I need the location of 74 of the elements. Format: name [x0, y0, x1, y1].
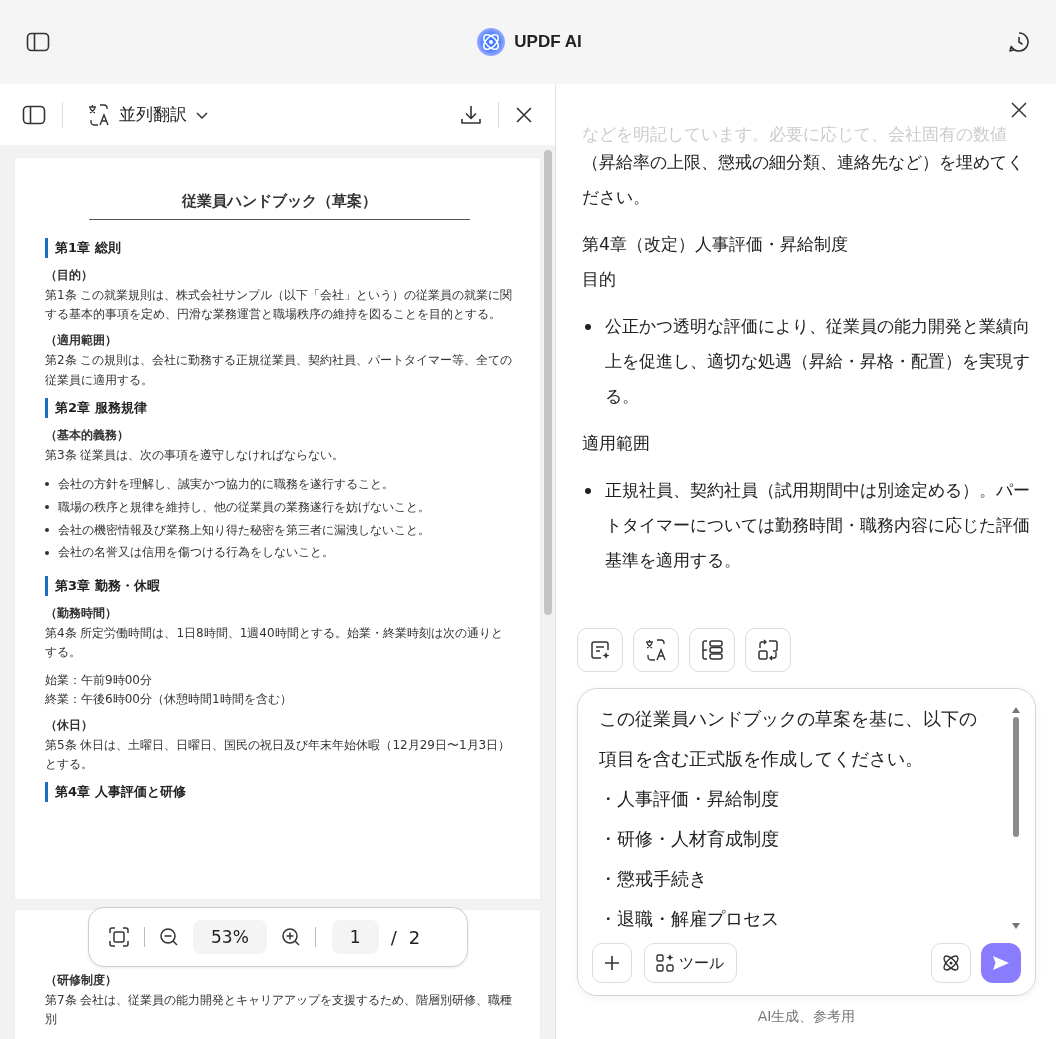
add-button[interactable] [592, 943, 632, 983]
paragraph: 第3条 従業員は、次の事項を遵守しなければならない。 [45, 446, 346, 464]
tools-button[interactable]: ツール [644, 943, 737, 983]
list-button[interactable] [689, 628, 735, 672]
document-title: 従業員ハンドブック（草案） [89, 192, 470, 220]
chapter-heading: 第2章 服務規律 [45, 397, 514, 418]
scrollbar-thumb[interactable] [1013, 717, 1019, 837]
text-line: 始業：午前9時00分 [45, 671, 153, 689]
list-item: 職場の秩序と規律を維持し、他の従業員の業務遂行を妨げないこと。 [58, 498, 430, 516]
download-icon[interactable] [460, 103, 482, 126]
message-list-item: 公正かつ透明な評価により、従業員の能力開発と業績向上を促進し、適切な処遇（昇給・昇格・配置）を実現する。 [605, 315, 1030, 408]
message-input[interactable]: この従業員ハンドブックの草案を基に、以下の項目を含む正式版を作成してください。 ・人事評価・昇給制度 ・研修・人材育成制度 ・懲戒手続き ・退職・解雇プロセス ツール [577, 688, 1036, 996]
section-heading: （休日） [45, 716, 94, 734]
scroll-down-icon[interactable] [1012, 923, 1020, 929]
zoom-level[interactable]: 53% [193, 920, 267, 954]
section-heading: （適用範囲） [45, 332, 118, 350]
bullet-dot [585, 488, 591, 494]
disclaimer-text: AI生成、参考用 [756, 1008, 857, 1026]
close-icon[interactable] [1010, 101, 1028, 119]
chapter-heading: 第4章 人事評価と研修 [45, 782, 514, 803]
history-icon[interactable] [1008, 31, 1030, 53]
logo-icon [476, 27, 507, 57]
section-heading: （基本的義務） [45, 426, 130, 444]
bullet-dot [45, 505, 49, 510]
text-line: 終業：午後6時00分（休憩時間1時間を含む） [45, 690, 293, 708]
zoom-in-icon[interactable] [280, 927, 301, 947]
message-text: （昇給率の上限、懲戒の細分類、連絡先など）を埋めてください。 [582, 151, 1025, 209]
close-icon[interactable] [515, 105, 533, 124]
message-text: 適用範囲 [582, 432, 651, 455]
section-heading: （勤務時間） [45, 605, 118, 623]
sidebar-toggle-icon[interactable] [26, 32, 50, 52]
tools-icon [655, 953, 675, 973]
swap-icon [757, 639, 779, 661]
list-item: 会社の機密情報及び業務上知り得た秘密を第三者に漏洩しないこと。 [58, 521, 430, 539]
send-icon [991, 953, 1011, 973]
scrollbar-thumb[interactable] [544, 150, 552, 615]
paragraph: 第5条 休日は、土曜日、日曜日、国民の祝日及び年末年始休暇（12月29日〜1月3日）とする。 [45, 736, 512, 774]
translate-button[interactable] [633, 628, 679, 672]
translate-icon [87, 102, 111, 127]
page-number-field[interactable]: 1 [331, 920, 379, 954]
atom-button[interactable] [931, 943, 971, 983]
atom-icon [940, 952, 962, 974]
chapter-heading: 第3章 勤務・休暇 [45, 576, 514, 597]
paragraph: 第2条 この規則は、会社に勤務する正規従業員、契約社員、パートタイマー等、全ての従業員に適用する。 [45, 352, 514, 389]
section-heading: （目的） [45, 267, 94, 284]
chapter-heading: 第1章 総則 [45, 238, 514, 258]
plus-icon [603, 954, 621, 972]
zoom-out-icon[interactable] [159, 927, 179, 947]
list-icon [700, 639, 724, 661]
bullet-dot [45, 527, 49, 532]
fit-page-icon[interactable] [108, 926, 130, 948]
section-heading: （研修制度） [45, 971, 118, 989]
page-total: 2 [408, 926, 421, 948]
bullet-dot [585, 324, 591, 330]
translate-icon [644, 638, 668, 662]
message-list-item: 正規社員、契約社員（試用期間中は別途定める）。パートタイマーについては勤務時間・職務内容に応じた評価基準を適用する。 [605, 479, 1030, 572]
paragraph: 第4条 所定労働時間は、1日8時間、1週40時間とする。始業・終業時刻は次の通りとする。 [45, 625, 504, 662]
bullet-dot [45, 550, 49, 555]
list-item: 会社の名誉又は信用を傷つける行為をしないこと。 [58, 544, 334, 562]
translation-mode-dropdown[interactable]: 並列翻訳 [87, 102, 209, 127]
bullet-dot [45, 482, 49, 487]
note-sparkle-icon [589, 639, 611, 661]
send-button[interactable] [981, 943, 1021, 983]
paragraph: 第7条 会社は、従業員の能力開発とキャリアアップを支援するため、階層別研修、職種別 [45, 991, 514, 1028]
note-sparkle-button[interactable] [577, 628, 623, 672]
scroll-up-icon[interactable] [1012, 707, 1020, 713]
swap-button[interactable] [745, 628, 791, 672]
panel-toggle-icon[interactable] [22, 104, 46, 125]
message-text: 目的 [582, 268, 617, 291]
list-item: 会社の方針を理解し、誠実かつ協力的に職務を遂行すること。 [58, 475, 394, 493]
paragraph: 第1条 この就業規則は、株式会社サンプル（以下「会社」という）の従業員の就業に関する基本的事項を定め、円滑な業務運営と職場秩序の維持を図ることを目的とする。 [45, 287, 514, 324]
page-separator: / [390, 926, 397, 948]
app-title: UPDF AI [514, 32, 582, 52]
message-heading: 第4章（改定）人事評価・昇給制度 [582, 233, 849, 256]
